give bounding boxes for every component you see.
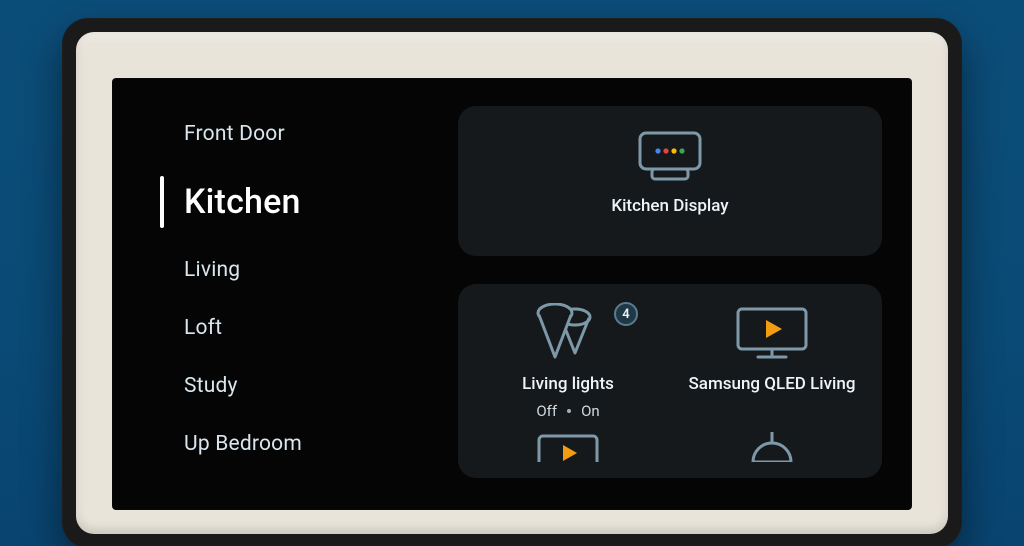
device-count: 4 <box>622 307 629 322</box>
device-count-badge: 4 <box>614 302 638 326</box>
room-label: Loft <box>184 316 222 340</box>
pendant-light-icon <box>747 432 797 462</box>
tile-kitchen-display[interactable]: Kitchen Display <box>476 124 864 216</box>
tile-living-lights[interactable]: 4 <box>476 302 660 420</box>
tv-icon <box>732 305 812 363</box>
tile-label: Kitchen Display <box>611 196 728 216</box>
light-status-row: Off On <box>536 402 599 420</box>
room-label: Study <box>184 374 238 398</box>
room-list: Front Door Kitchen Living Loft Study Up … <box>112 78 448 510</box>
room-item-kitchen[interactable]: Kitchen <box>160 166 448 238</box>
screen: Front Door Kitchen Living Loft Study Up … <box>112 78 912 510</box>
card-living-devices: 4 <box>458 284 882 478</box>
light-group-icon <box>533 303 603 365</box>
tile-label: Living lights <box>522 374 614 394</box>
cast-device-icon <box>535 432 601 462</box>
room-item-up-bedroom[interactable]: Up Bedroom <box>160 418 448 470</box>
room-item-study[interactable]: Study <box>160 360 448 412</box>
smart-display-icon <box>632 129 708 183</box>
room-label: Front Door <box>184 122 285 146</box>
status-separator-dot <box>567 409 571 413</box>
device-frame: Front Door Kitchen Living Loft Study Up … <box>62 18 962 546</box>
tile-samsung-tv[interactable]: Samsung QLED Living <box>680 302 864 420</box>
room-item-living[interactable]: Living <box>160 244 448 296</box>
room-item-front-door[interactable]: Front Door <box>160 108 448 160</box>
tile-label: Samsung QLED Living <box>689 374 856 394</box>
room-item-loft[interactable]: Loft <box>160 302 448 354</box>
room-label: Up Bedroom <box>184 432 302 456</box>
device-bezel: Front Door Kitchen Living Loft Study Up … <box>76 32 948 534</box>
device-cards: Kitchen Display 4 <box>448 78 912 510</box>
card-peek-row <box>476 432 864 462</box>
room-label: Kitchen <box>184 182 301 222</box>
status-on[interactable]: On <box>581 402 600 420</box>
room-label: Living <box>184 258 240 282</box>
card-kitchen-display: Kitchen Display <box>458 106 882 256</box>
status-off[interactable]: Off <box>536 402 557 420</box>
